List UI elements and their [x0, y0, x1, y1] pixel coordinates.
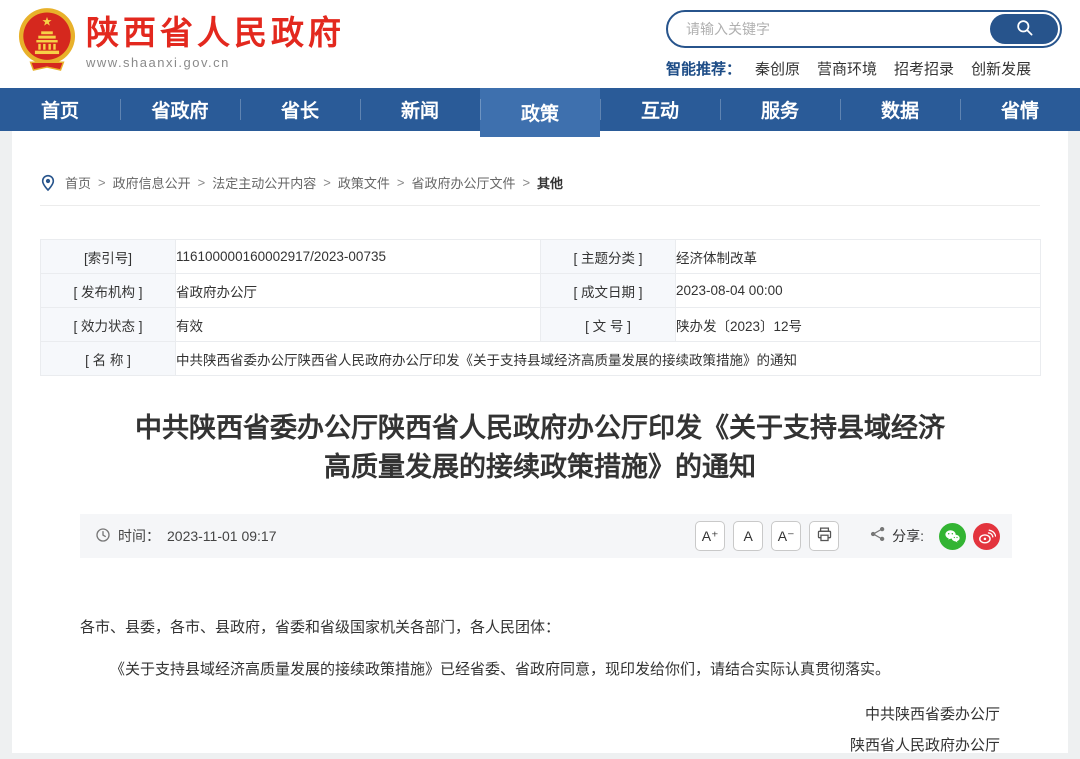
clock-icon — [95, 527, 111, 546]
breadcrumb-item-info-disclosure[interactable]: 政府信息公开 — [113, 173, 191, 192]
meta-label-issue-date: [ 成文日期 ] — [541, 274, 676, 308]
page: { "header": { "site_name": "陕西省人民政府", "s… — [0, 0, 1080, 753]
breadcrumb-item-office-docs[interactable]: 省政府办公厅文件 — [411, 173, 515, 192]
nav-item-news[interactable]: 新闻 — [360, 88, 480, 131]
breadcrumb-item-current: 其他 — [537, 173, 563, 192]
national-emblem-icon — [18, 7, 76, 75]
search-icon — [1015, 18, 1034, 40]
signature-line-2: 陕西省人民政府办公厅 — [80, 733, 1000, 759]
meta-value-issuing-agency: 省政府办公厅 — [176, 274, 541, 308]
nav-item-home[interactable]: 首页 — [0, 88, 120, 131]
nav-item-policy[interactable]: 政策 — [480, 88, 600, 137]
breadcrumb: 首页 > 政府信息公开 > 法定主动公开内容 > 政策文件 > 省政府办公厅文件… — [12, 131, 1068, 192]
site-url: www.shaanxi.gov.cn — [86, 55, 345, 70]
breadcrumb-separator: > — [98, 175, 106, 190]
site-title: 陕西省人民政府 — [86, 14, 345, 52]
publish-time: 时间： 2023-11-01 09:17 — [95, 526, 277, 546]
meta-table: [索引号] 116100000160002917/2023-00735 [ 主题… — [40, 239, 1041, 376]
article-info-bar: 时间： 2023-11-01 09:17 A⁺ A A⁻ — [80, 514, 1012, 558]
printer-icon — [816, 526, 833, 546]
time-label: 时间： — [118, 526, 160, 546]
article-paragraph: 《关于支持县域经济高质量发展的接续政策措施》已经省委、省政府同意，现印发给你们，… — [80, 658, 1000, 682]
brand-text: 陕西省人民政府 www.shaanxi.gov.cn — [86, 7, 345, 70]
hot-search-label: 智能推荐： — [666, 58, 741, 79]
breadcrumb-separator: > — [323, 175, 331, 190]
breadcrumb-divider — [40, 205, 1040, 206]
search-box — [666, 10, 1062, 48]
print-button[interactable] — [809, 521, 839, 551]
breadcrumb-separator: > — [198, 175, 206, 190]
meta-label-name: [ 名 称 ] — [41, 342, 176, 376]
breadcrumb-item-policy-docs[interactable]: 政策文件 — [338, 173, 390, 192]
font-smaller-button[interactable]: A⁻ — [771, 521, 801, 551]
meta-value-validity: 有效 — [176, 308, 541, 342]
article-body: 各市、县委，各市、县政府，省委和省级国家机关各部门，各人民团体： 《关于支持县域… — [80, 616, 1000, 759]
meta-label-validity: [ 效力状态 ] — [41, 308, 176, 342]
meta-value-index-number: 116100000160002917/2023-00735 — [176, 240, 541, 274]
page-content: 首页 > 政府信息公开 > 法定主动公开内容 > 政策文件 > 省政府办公厅文件… — [12, 131, 1068, 753]
hot-link-qinchuangyuan[interactable]: 秦创原 — [755, 58, 800, 79]
header-search-area: 智能推荐： 秦创原 营商环境 招考招录 创新发展 — [666, 10, 1062, 79]
search-button[interactable] — [990, 14, 1058, 44]
weibo-share-button[interactable] — [973, 523, 1000, 550]
search-input[interactable] — [684, 13, 959, 45]
wechat-share-button[interactable] — [939, 523, 966, 550]
meta-label-topic-category: [ 主题分类 ] — [541, 240, 676, 274]
share-group: 分享: — [869, 523, 1000, 550]
meta-value-doc-number: 陕办发〔2023〕12号 — [676, 308, 1041, 342]
site-logo[interactable]: 陕西省人民政府 www.shaanxi.gov.cn — [18, 7, 345, 75]
nav-item-services[interactable]: 服务 — [720, 88, 840, 131]
meta-label-index-number: [索引号] — [41, 240, 176, 274]
page-title-line1: 中共陕西省委办公厅陕西省人民政府办公厅印发《关于支持县域经济 — [72, 409, 1008, 448]
share-label: 分享: — [892, 526, 924, 546]
hot-link-business-env[interactable]: 营商环境 — [817, 58, 877, 79]
page-title-line2: 高质量发展的接续政策措施》的通知 — [72, 448, 1008, 487]
breadcrumb-item-statutory-content[interactable]: 法定主动公开内容 — [212, 173, 316, 192]
site-header: 陕西省人民政府 www.shaanxi.gov.cn 智能推荐： 秦创原 营商环… — [0, 0, 1080, 88]
meta-row: [索引号] 116100000160002917/2023-00735 [ 主题… — [41, 240, 1041, 274]
font-normal-button[interactable]: A — [733, 521, 763, 551]
page-title: 中共陕西省委办公厅陕西省人民政府办公厅印发《关于支持县域经济 高质量发展的接续政… — [72, 409, 1008, 487]
hot-link-recruitment[interactable]: 招考招录 — [894, 58, 954, 79]
nav-item-governor[interactable]: 省长 — [240, 88, 360, 131]
meta-value-topic-category: 经济体制改革 — [676, 240, 1041, 274]
nav-item-provincial-gov[interactable]: 省政府 — [120, 88, 240, 131]
article-tools: A⁺ A A⁻ — [687, 521, 1000, 551]
meta-row: [ 效力状态 ] 有效 [ 文 号 ] 陕办发〔2023〕12号 — [41, 308, 1041, 342]
hot-link-innovation[interactable]: 创新发展 — [971, 58, 1031, 79]
main-nav: 首页 省政府 省长 新闻 政策 互动 服务 数据 省情 — [0, 88, 1080, 131]
share-icon — [869, 525, 887, 548]
meta-value-name: 中共陕西省委办公厅陕西省人民政府办公厅印发《关于支持县域经济高质量发展的接续政策… — [176, 342, 1041, 376]
article-paragraph: 各市、县委，各市、县政府，省委和省级国家机关各部门，各人民团体： — [80, 616, 1000, 640]
meta-row: [ 名 称 ] 中共陕西省委办公厅陕西省人民政府办公厅印发《关于支持县域经济高质… — [41, 342, 1041, 376]
meta-value-issue-date: 2023-08-04 00:00 — [676, 274, 1041, 308]
breadcrumb-separator: > — [397, 175, 405, 190]
font-larger-button[interactable]: A⁺ — [695, 521, 725, 551]
signature-line-1: 中共陕西省委办公厅 — [80, 702, 1000, 728]
time-value: 2023-11-01 09:17 — [167, 528, 277, 544]
hot-search-bar: 智能推荐： 秦创原 营商环境 招考招录 创新发展 — [666, 58, 1062, 79]
nav-item-interaction[interactable]: 互动 — [600, 88, 720, 131]
breadcrumb-item-home[interactable]: 首页 — [65, 173, 91, 192]
nav-item-province-info[interactable]: 省情 — [960, 88, 1080, 131]
location-pin-icon — [40, 174, 56, 192]
meta-row: [ 发布机构 ] 省政府办公厅 [ 成文日期 ] 2023-08-04 00:0… — [41, 274, 1041, 308]
signature-block: 中共陕西省委办公厅 陕西省人民政府办公厅 — [80, 702, 1000, 759]
meta-label-issuing-agency: [ 发布机构 ] — [41, 274, 176, 308]
meta-label-doc-number: [ 文 号 ] — [541, 308, 676, 342]
nav-item-data[interactable]: 数据 — [840, 88, 960, 131]
breadcrumb-separator: > — [522, 175, 530, 190]
